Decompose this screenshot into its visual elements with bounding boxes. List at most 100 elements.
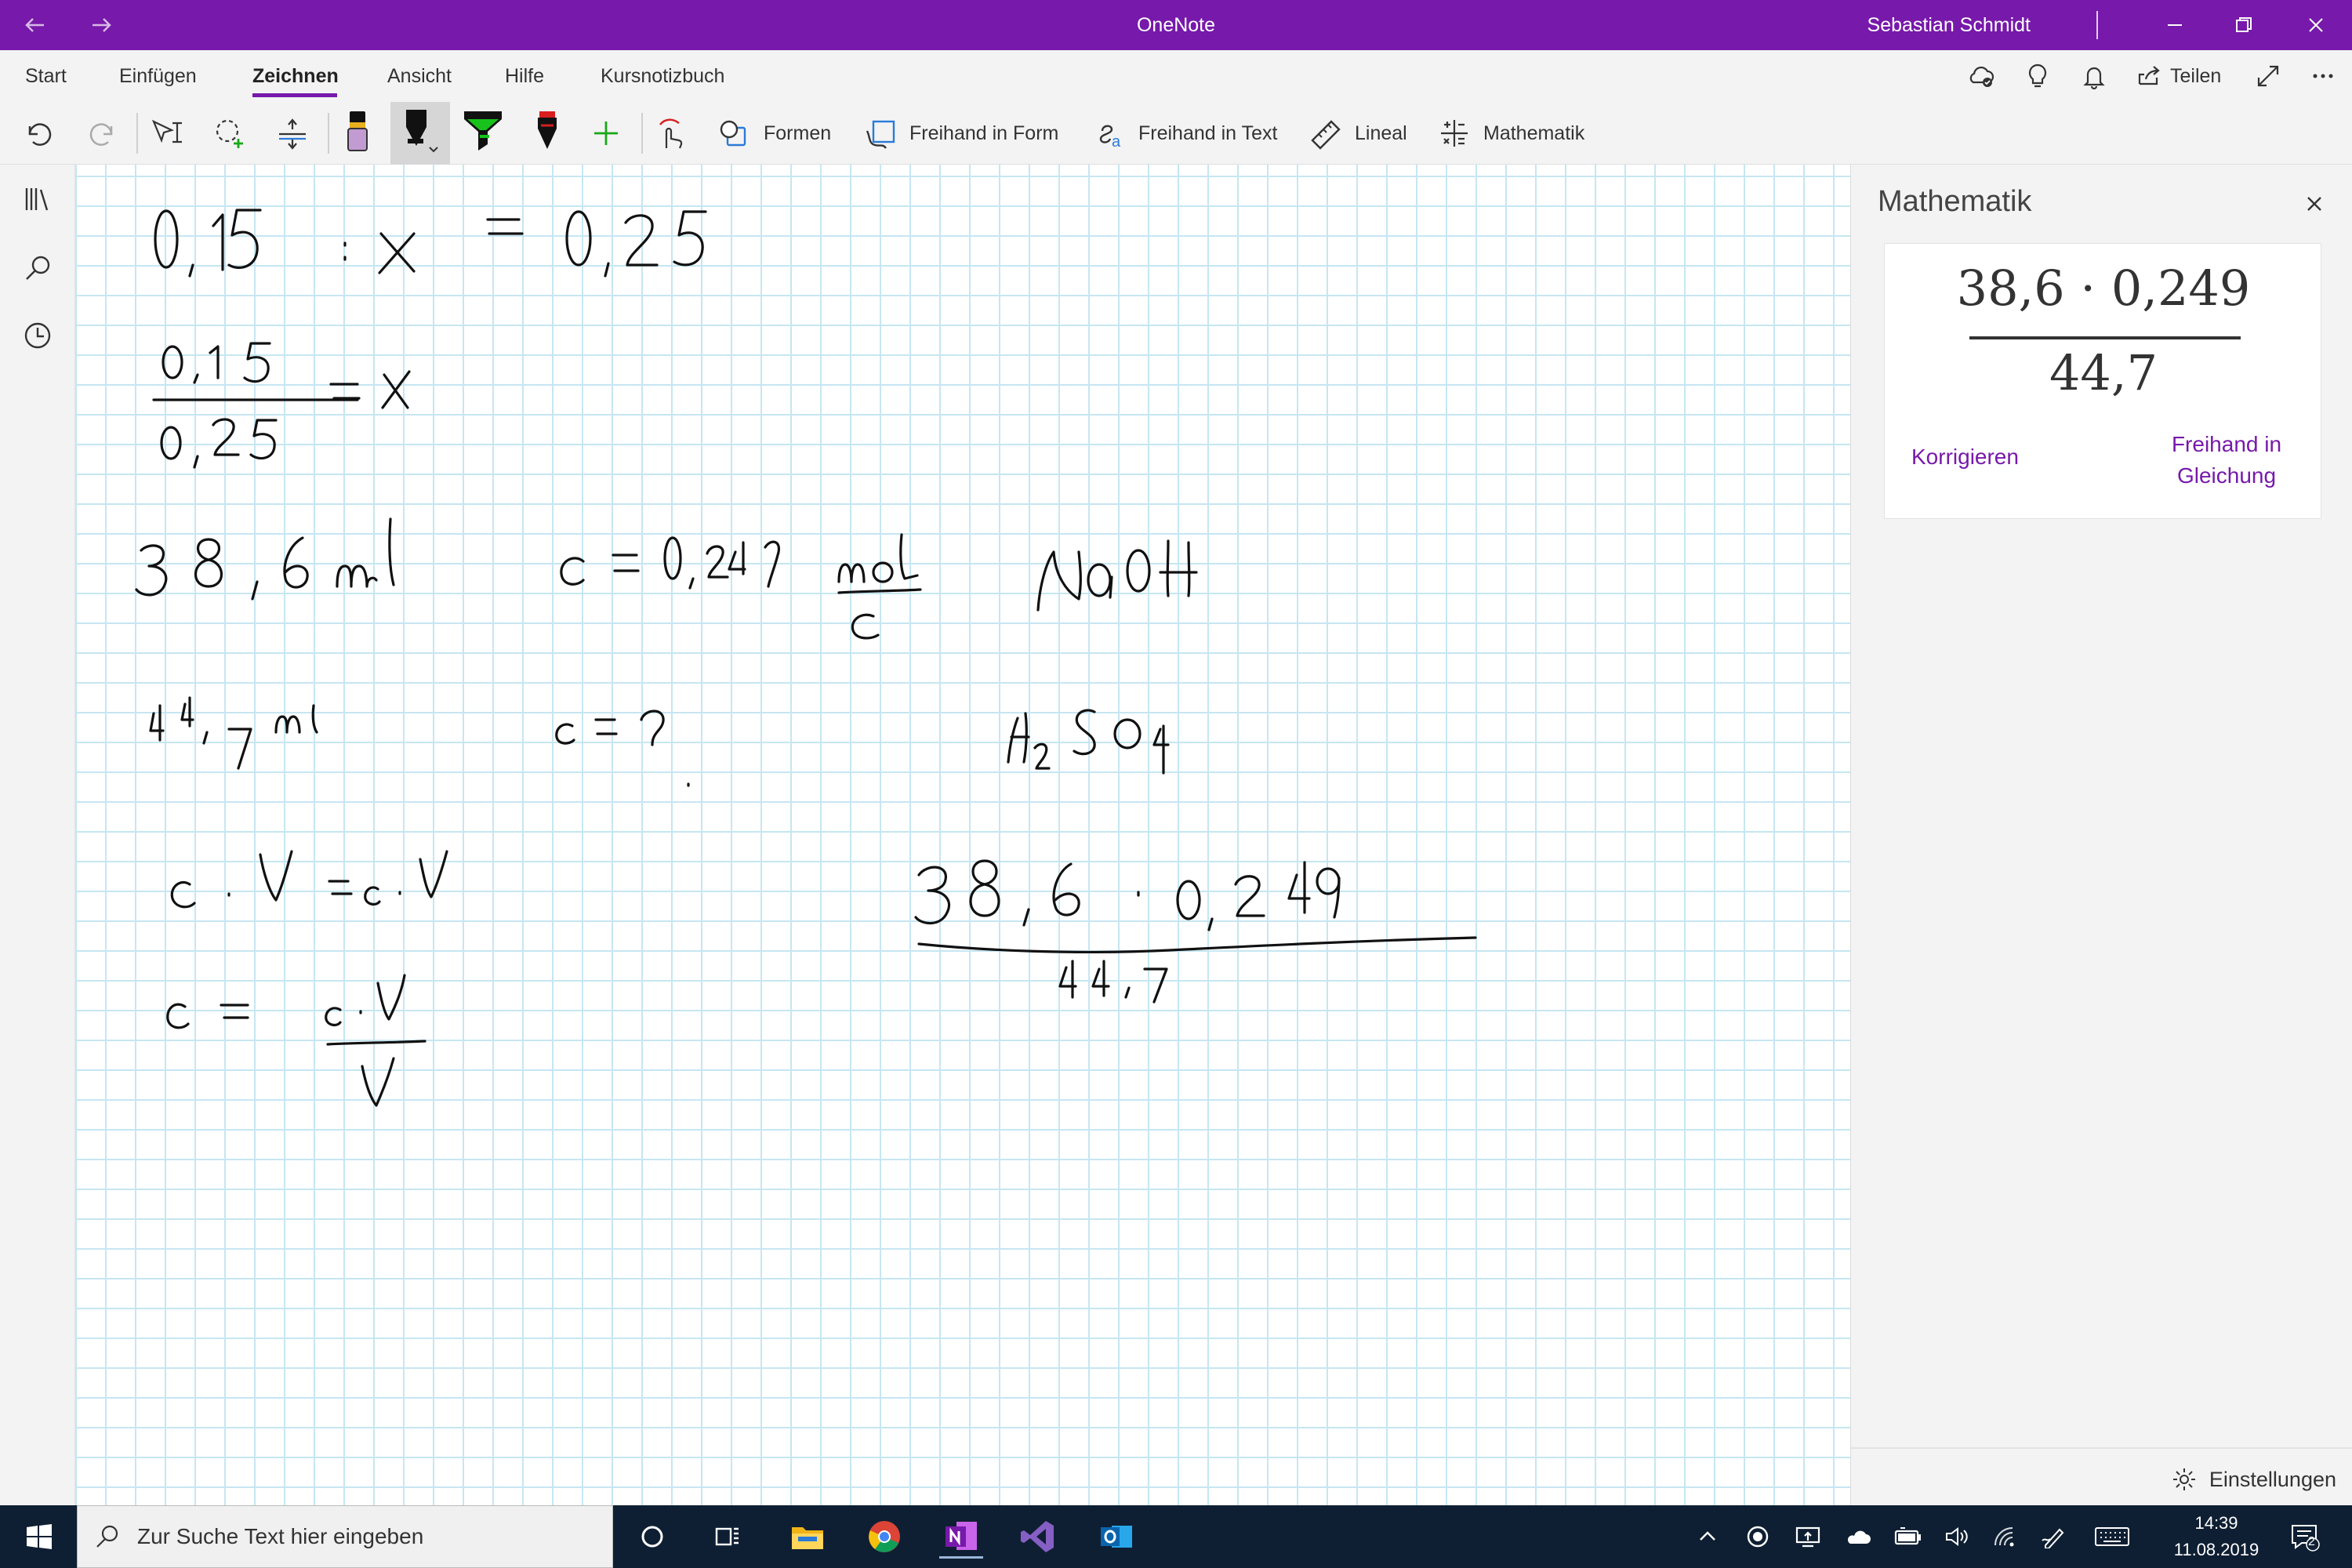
volume-button[interactable] (1935, 1515, 1979, 1559)
notification-icon (2292, 1525, 2320, 1552)
add-pen-button[interactable] (588, 107, 624, 160)
user-name[interactable]: Sebastian Schmidt (1867, 0, 2031, 50)
tab-hilfe[interactable]: Hilfe (505, 50, 544, 102)
visual-studio-button[interactable] (1016, 1515, 1060, 1559)
recent-notes-button[interactable] (19, 317, 56, 354)
tab-kursnotizbuch[interactable]: Kursnotizbuch (601, 50, 724, 102)
notebooks-button[interactable] (19, 180, 56, 218)
notifications-button[interactable] (2076, 58, 2112, 94)
action-center-button[interactable]: 2 (2283, 1515, 2327, 1559)
tab-einfuegen[interactable]: Einfügen (119, 50, 197, 102)
task-view-button[interactable] (706, 1515, 750, 1559)
pen-red[interactable] (530, 107, 564, 160)
fullscreen-button[interactable] (2250, 58, 2286, 94)
expand-icon (2257, 65, 2279, 87)
clock-time: 14:39 (2194, 1513, 2238, 1533)
toolbar-divider (328, 113, 329, 154)
tray-display-icon[interactable] (1786, 1515, 1830, 1559)
panel-divider (1851, 1447, 2352, 1449)
ink-to-text-button[interactable]: a Freihand in Text (1091, 107, 1277, 160)
handwriting-ink (135, 209, 1477, 1107)
redo-button[interactable] (85, 107, 121, 160)
circle-icon (641, 1526, 663, 1548)
add-space-button[interactable] (274, 107, 310, 160)
share-button[interactable]: Teilen (2170, 50, 2221, 102)
ruler-button[interactable]: Lineal (1308, 107, 1407, 160)
folder-icon (792, 1527, 823, 1549)
highlighter-pen-icon (347, 111, 368, 151)
tab-ansicht[interactable]: Ansicht (387, 50, 452, 102)
restore-button[interactable] (2220, 0, 2267, 50)
notification-count: 2 (2308, 1535, 2315, 1548)
battery-button[interactable] (1886, 1515, 1930, 1559)
settings-label: Einstellungen (2209, 1467, 2336, 1491)
taskbar-clock[interactable]: 14:39 11.08.2019 (2158, 1510, 2275, 1563)
pen-workspace-button[interactable] (2032, 1515, 2076, 1559)
more-options-button[interactable] (2305, 58, 2341, 94)
ink-to-text-icon: a (1099, 125, 1121, 151)
pen-green-highlighter[interactable] (461, 107, 505, 160)
pen-black[interactable] (398, 107, 442, 160)
wifi-icon (1994, 1527, 2014, 1547)
toolbar-divider (136, 113, 138, 154)
equation-denominator: 44,7 (2049, 344, 2158, 401)
tab-start[interactable]: Start (25, 50, 67, 102)
onenote-taskbar-button[interactable] (939, 1515, 983, 1559)
taskbar-search[interactable]: Zur Suche Text hier eingeben (77, 1505, 613, 1568)
onedrive-button[interactable] (1836, 1515, 1880, 1559)
tray-record-icon[interactable] (1736, 1515, 1780, 1559)
network-button[interactable] (1984, 1515, 2027, 1559)
search-button[interactable] (19, 249, 56, 287)
insert-space-icon (279, 118, 306, 150)
math-icon (1441, 120, 1468, 147)
close-window-button[interactable] (2292, 0, 2339, 50)
chevron-up-icon (1700, 1531, 1715, 1541)
ink-to-text-label: Freihand in Text (1138, 122, 1278, 144)
search-icon (26, 256, 50, 280)
close-panel-button[interactable] (2299, 188, 2330, 220)
shapes-button[interactable]: Formen (717, 107, 831, 160)
search-icon (96, 1525, 118, 1548)
pen-purple-highlighter[interactable] (340, 107, 375, 160)
draw-with-touch-button[interactable] (654, 107, 690, 160)
ink-to-equation-link[interactable]: Freihand in Gleichung (2148, 429, 2305, 492)
draw-toolbar: Formen Freihand in Form a Freihand in Te… (0, 102, 2352, 165)
type-select-button[interactable] (149, 107, 188, 160)
cortana-button[interactable] (630, 1515, 674, 1559)
minimize-button[interactable] (2151, 0, 2198, 50)
show-hidden-icons-button[interactable] (1686, 1515, 1730, 1559)
ink-line-4 (149, 696, 1170, 787)
outlook-button[interactable] (1094, 1515, 1138, 1559)
ink-to-shape-button[interactable]: Freihand in Form (862, 107, 1058, 160)
outlook-icon (1101, 1526, 1132, 1548)
note-canvas[interactable] (75, 165, 1850, 1505)
task-view-icon (715, 1527, 739, 1546)
correct-link[interactable]: Korrigieren (1911, 445, 2019, 470)
share-icon (2138, 66, 2160, 85)
visual-studio-icon (1021, 1521, 1054, 1552)
ruler-icon (1311, 120, 1341, 150)
share-icon-button[interactable] (2131, 58, 2167, 94)
redo-icon (89, 123, 113, 146)
start-button[interactable] (17, 1515, 61, 1559)
gear-icon (2172, 1468, 2195, 1490)
undo-button[interactable] (20, 107, 56, 160)
settings-button[interactable]: Einstellungen (2170, 1460, 2336, 1499)
tell-me-button[interactable] (2020, 58, 2056, 94)
arrow-left-icon (25, 18, 44, 32)
forward-button[interactable] (83, 0, 121, 50)
restore-icon (2236, 17, 2252, 32)
back-button[interactable] (16, 0, 53, 50)
sync-status-button[interactable] (1963, 58, 1999, 94)
file-explorer-button[interactable] (786, 1515, 829, 1559)
lasso-select-button[interactable] (212, 107, 251, 160)
chrome-button[interactable] (862, 1515, 906, 1559)
speaker-icon (1946, 1527, 1968, 1546)
touch-keyboard-button[interactable] (2090, 1515, 2134, 1559)
math-label: Mathematik (1483, 122, 1585, 144)
windows-taskbar: Zur Suche Text hier eingeben 14:39 11.08… (0, 1505, 2352, 1568)
svg-text:a: a (1112, 133, 1121, 151)
ink-line-5 (170, 850, 448, 909)
math-button[interactable]: Mathematik (1436, 107, 1584, 160)
ink-line-2 (152, 342, 411, 469)
